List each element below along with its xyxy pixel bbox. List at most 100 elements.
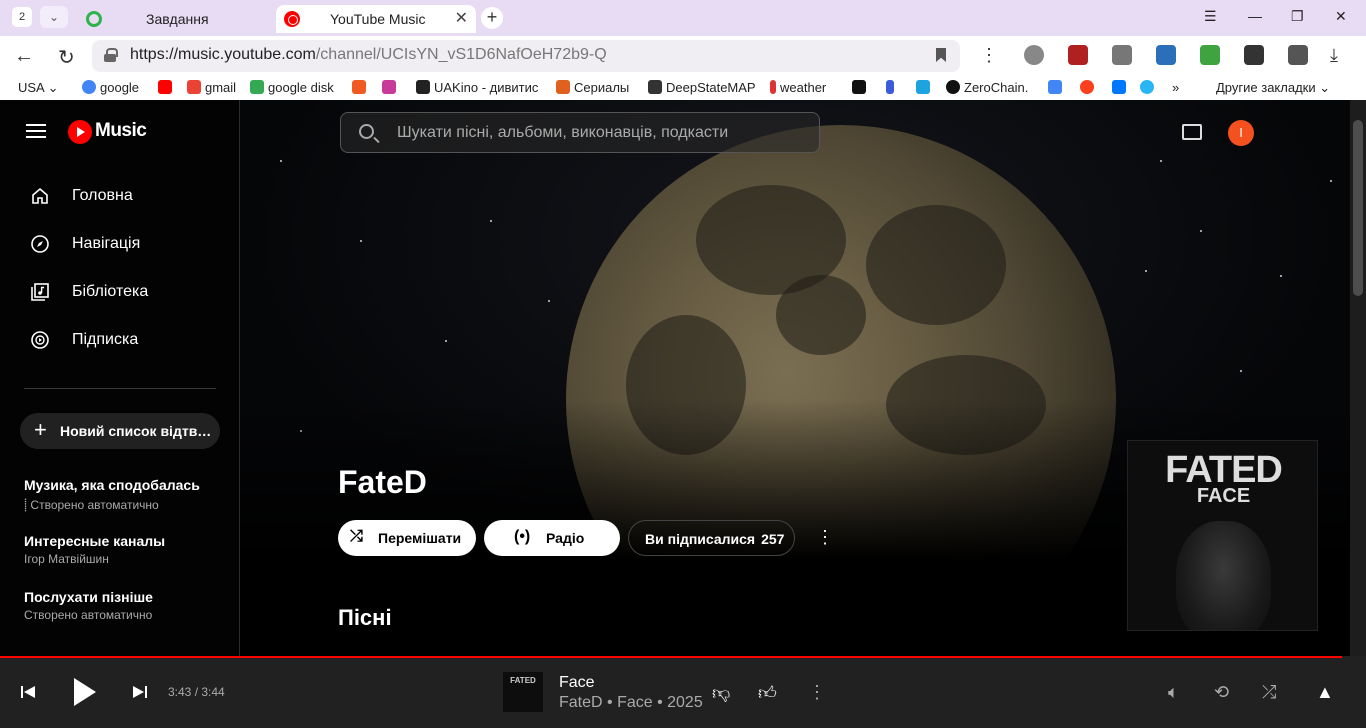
sidebar-item-label: Підписка — [72, 331, 139, 348]
bookmark-google[interactable]: google — [82, 80, 139, 95]
new-playlist-button[interactable]: + Новий список відтв… — [20, 413, 220, 449]
bookmark-bc-icon[interactable] — [852, 80, 870, 95]
volume-icon[interactable]: 🔈︎ — [1168, 682, 1179, 703]
bookmark-gmail[interactable]: gmail — [187, 80, 236, 95]
bookmark-translate-icon[interactable] — [1048, 80, 1066, 95]
terminal-extension-icon[interactable] — [1244, 45, 1264, 65]
tasks-favicon-icon — [86, 11, 102, 27]
play-icon[interactable] — [70, 676, 98, 708]
download-arrow-icon[interactable]: ⤓ — [1330, 45, 1338, 66]
playlist-subtitle: ⸽ Створено автоматично — [24, 498, 159, 512]
bookmarks-bar: USA ⌄ google gmail google disk UAKino - … — [0, 76, 1366, 100]
album-cover[interactable]: FATED FACE — [1127, 440, 1318, 631]
sidebar-item-home[interactable]: Головна — [24, 176, 224, 216]
youtube-music-favicon-icon — [284, 11, 300, 27]
tab-tasks[interactable]: Завдання — [78, 5, 268, 33]
scrollbar[interactable] — [1350, 100, 1366, 656]
bookmark-chevron-icon[interactable] — [886, 80, 898, 95]
bookmark-uakino[interactable]: UAKino - дивитис — [416, 80, 538, 95]
grid-extension-icon[interactable] — [1156, 45, 1176, 65]
playback-time: 3:43 / 3:44 — [168, 685, 225, 699]
bookmark-icon[interactable] — [936, 48, 946, 62]
other-bookmarks-folder[interactable]: Другие закладки ⌄ — [1216, 80, 1330, 96]
playlist-title: Послухати пізніше — [24, 589, 153, 605]
artist-name: FateD — [338, 464, 427, 500]
subscriber-count: 257 — [761, 531, 785, 547]
url-text: https://music.youtube.com/channel/UCIsYN… — [130, 46, 607, 63]
sidebar-item-navigation[interactable]: Навігація — [24, 224, 224, 264]
sidebar-item-label: Головна — [72, 187, 133, 204]
bookmark-usa[interactable]: USA ⌄ — [18, 80, 59, 96]
briefcase-extension-icon[interactable] — [1112, 45, 1132, 65]
restore-icon[interactable]: ❐ — [1291, 8, 1304, 25]
repeat-icon[interactable]: ⟲ — [1214, 682, 1229, 703]
dislike-icon[interactable]: 👎︎ — [712, 682, 730, 704]
shuffle-button[interactable]: ⤮ Перемішати — [338, 520, 476, 556]
subscribed-button[interactable]: Ви підписалися 257 — [628, 520, 795, 556]
home-icon — [32, 187, 48, 204]
bookmark-yandex-icon[interactable] — [1080, 80, 1098, 95]
search-input[interactable] — [397, 113, 807, 152]
sidebar-item-subscription[interactable]: Підписка — [24, 320, 224, 360]
lock-icon — [104, 48, 118, 62]
reload-icon[interactable]: ↻ — [58, 45, 75, 70]
bookmark-vk-icon[interactable] — [1112, 80, 1130, 95]
bookmark-google-disk[interactable]: google disk — [250, 80, 334, 95]
bookmark-star-icon[interactable] — [382, 80, 400, 95]
previous-icon[interactable] — [20, 684, 36, 700]
search-bar[interactable] — [340, 112, 820, 153]
track-thumbnail[interactable]: FATED — [503, 672, 543, 712]
radio-button[interactable]: (•) Радіо — [484, 520, 620, 556]
download-extension-icon[interactable] — [1200, 45, 1220, 65]
bookmark-snowflake-icon[interactable] — [1140, 80, 1158, 95]
tab-count-badge[interactable]: 2 — [12, 7, 32, 27]
next-icon[interactable] — [132, 684, 148, 700]
player-bar: 3:43 / 3:44 FATED Face FateD • Face • 20… — [0, 656, 1366, 728]
like-icon[interactable]: 👍︎ — [758, 682, 777, 704]
radio-label: Радіо — [546, 530, 585, 546]
expand-up-icon[interactable]: ▲ — [1316, 682, 1334, 703]
shuffle-icon[interactable]: ⤮ — [1262, 682, 1276, 703]
bookmark-deepstatemap[interactable]: DeepStateMAP — [648, 80, 756, 95]
close-icon[interactable]: ✕ — [455, 5, 468, 33]
extensions-puzzle-icon[interactable] — [1288, 45, 1308, 65]
playlist-item[interactable]: Интересные каналы Ігор Матвійшин — [24, 533, 224, 566]
more-vertical-icon[interactable]: ⋮ — [816, 528, 834, 546]
back-arrow-icon[interactable]: ← — [14, 45, 34, 68]
song-title[interactable]: Face — [559, 674, 595, 692]
playlist-item[interactable]: Послухати пізніше Створено автоматично — [24, 589, 224, 622]
tab-list-chevron-icon[interactable]: ⌄ — [40, 6, 68, 28]
sidebar-item-label: Навігація — [72, 235, 141, 252]
sidebar-item-library[interactable]: Бібліотека — [24, 272, 224, 312]
cast-icon[interactable] — [1182, 124, 1202, 140]
compass-icon — [31, 235, 49, 253]
tab-label: YouTube Music — [330, 11, 426, 27]
playlist-item[interactable]: Музика, яка сподобалась ⸽ Створено автом… — [24, 477, 224, 513]
progress-bar[interactable] — [0, 656, 1343, 658]
bookmarks-overflow-icon[interactable]: » — [1172, 80, 1179, 95]
new-tab-button[interactable]: + — [481, 7, 503, 29]
close-window-icon[interactable]: ✕ — [1335, 8, 1347, 25]
avatar[interactable]: I — [1228, 120, 1254, 146]
bookmark-zerochain[interactable]: ZeroChain. — [946, 80, 1028, 95]
more-vertical-icon[interactable]: ⋮ — [808, 682, 826, 703]
song-subtitle[interactable]: FateD • Face • 2025 — [559, 694, 703, 712]
bookmark-weather[interactable]: weather — [770, 80, 826, 95]
url-field[interactable]: https://music.youtube.com/channel/UCIsYN… — [92, 40, 960, 72]
shield-extension-icon[interactable] — [1068, 45, 1088, 65]
bookmark-serialy[interactable]: Сериалы — [556, 80, 629, 95]
minimize-icon[interactable]: — — [1248, 8, 1262, 24]
logo-text[interactable]: Music — [95, 120, 147, 142]
menu-icon[interactable]: ☰ — [1204, 8, 1217, 25]
hamburger-menu-icon[interactable] — [26, 124, 46, 138]
more-vertical-icon[interactable]: ⋮ — [980, 45, 998, 66]
tab-youtube-music[interactable]: YouTube Music ✕ — [276, 5, 476, 33]
youtube-music-logo-icon[interactable] — [68, 120, 92, 144]
section-title: Пісні — [338, 605, 392, 630]
scrollbar-thumb[interactable] — [1353, 120, 1363, 296]
face-artwork — [1176, 521, 1271, 630]
globe-extension-icon[interactable] — [1024, 45, 1044, 65]
bookmark-p-icon[interactable] — [916, 80, 934, 95]
bookmark-f-icon[interactable] — [352, 80, 370, 95]
bookmark-youtube-icon[interactable] — [158, 80, 176, 95]
